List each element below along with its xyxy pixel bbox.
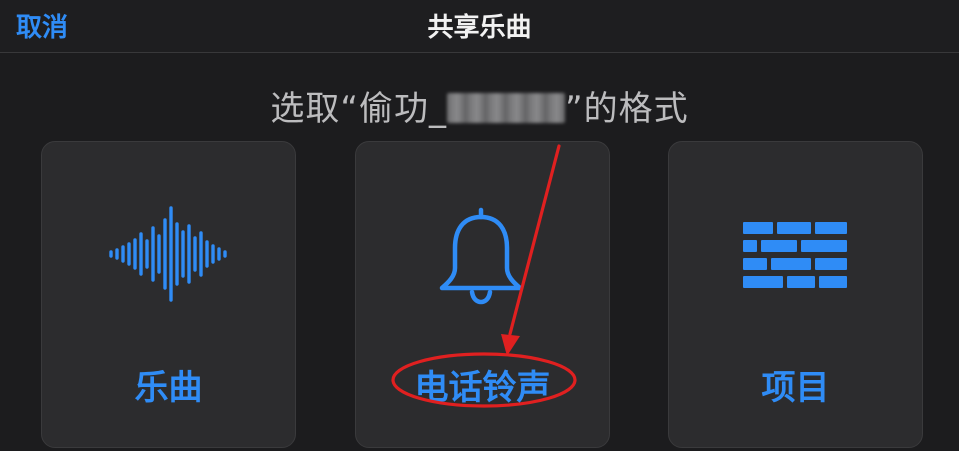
waveform-icon <box>109 206 227 302</box>
redacted-song-name <box>447 93 565 123</box>
option-project-label: 项目 <box>761 368 830 408</box>
option-ringtone-label: 电话铃声 <box>414 368 551 408</box>
option-ringtone-card[interactable]: 电话铃声 <box>355 141 610 448</box>
bell-icon <box>439 207 523 305</box>
brick-grid-icon <box>743 222 847 288</box>
nav-title: 共享乐曲 <box>427 13 532 43</box>
prompt-prefix: 选取“偷功_ <box>270 89 447 129</box>
prompt-suffix: ”的格式 <box>565 89 689 129</box>
option-project-card[interactable]: 项目 <box>668 141 923 448</box>
option-song-label: 乐曲 <box>134 368 203 408</box>
navigation-bar: 取消 共享乐曲 <box>0 0 959 53</box>
share-song-sheet: 取消 共享乐曲 选取“偷功_ ”的格式 乐曲 电话铃声 项目 <box>0 0 959 451</box>
option-song-card[interactable]: 乐曲 <box>41 141 296 448</box>
format-prompt: 选取“偷功_ ”的格式 <box>0 81 959 130</box>
